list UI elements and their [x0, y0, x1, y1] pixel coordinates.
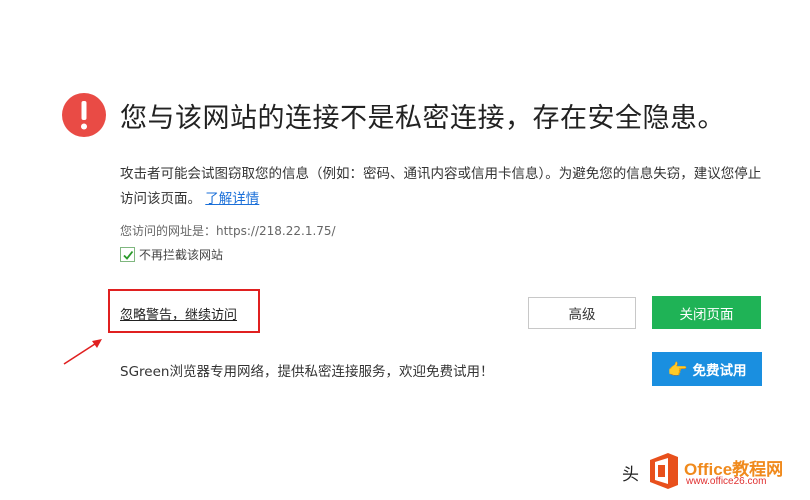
learn-more-link[interactable]: 了解详情 [205, 191, 259, 207]
warning-headline: 您与该网站的连接不是私密连接，存在安全隐患。 [120, 103, 725, 134]
free-trial-label: 免费试用 [692, 363, 747, 379]
promo-text: SGreen浏览器专用网络，提供私密连接服务，欢迎免费试用！ [120, 364, 494, 380]
visited-url: 您访问的网址是：https://218.22.1.75/ [120, 224, 336, 238]
exclamation-icon [81, 101, 87, 130]
office-logo-icon [650, 453, 678, 489]
watermark-site-url: www.office26.com [686, 476, 767, 487]
ignore-warning-link[interactable]: 忽略警告，继续访问 [120, 304, 237, 323]
close-page-button[interactable]: 关闭页面 [652, 296, 761, 329]
advanced-button[interactable]: 高级 [528, 297, 636, 329]
warning-description: 攻击者可能会试图窃取您的信息（例如：密码、通讯内容或信用卡信息）。为避免您的信息… [120, 162, 770, 212]
dont-block-checkbox-row[interactable]: 不再拦截该网站 [120, 246, 223, 263]
free-trial-button[interactable]: 👉 免费试用 [652, 352, 762, 386]
checkmark-icon [122, 250, 133, 260]
annotation-arrow-icon [63, 339, 102, 365]
warning-icon [62, 93, 106, 137]
dont-block-label: 不再拦截该网站 [139, 248, 224, 262]
pointing-hand-icon: 👉 [667, 359, 688, 379]
dont-block-checkbox[interactable] [120, 247, 135, 262]
watermark-prefix: 头 [622, 465, 639, 485]
